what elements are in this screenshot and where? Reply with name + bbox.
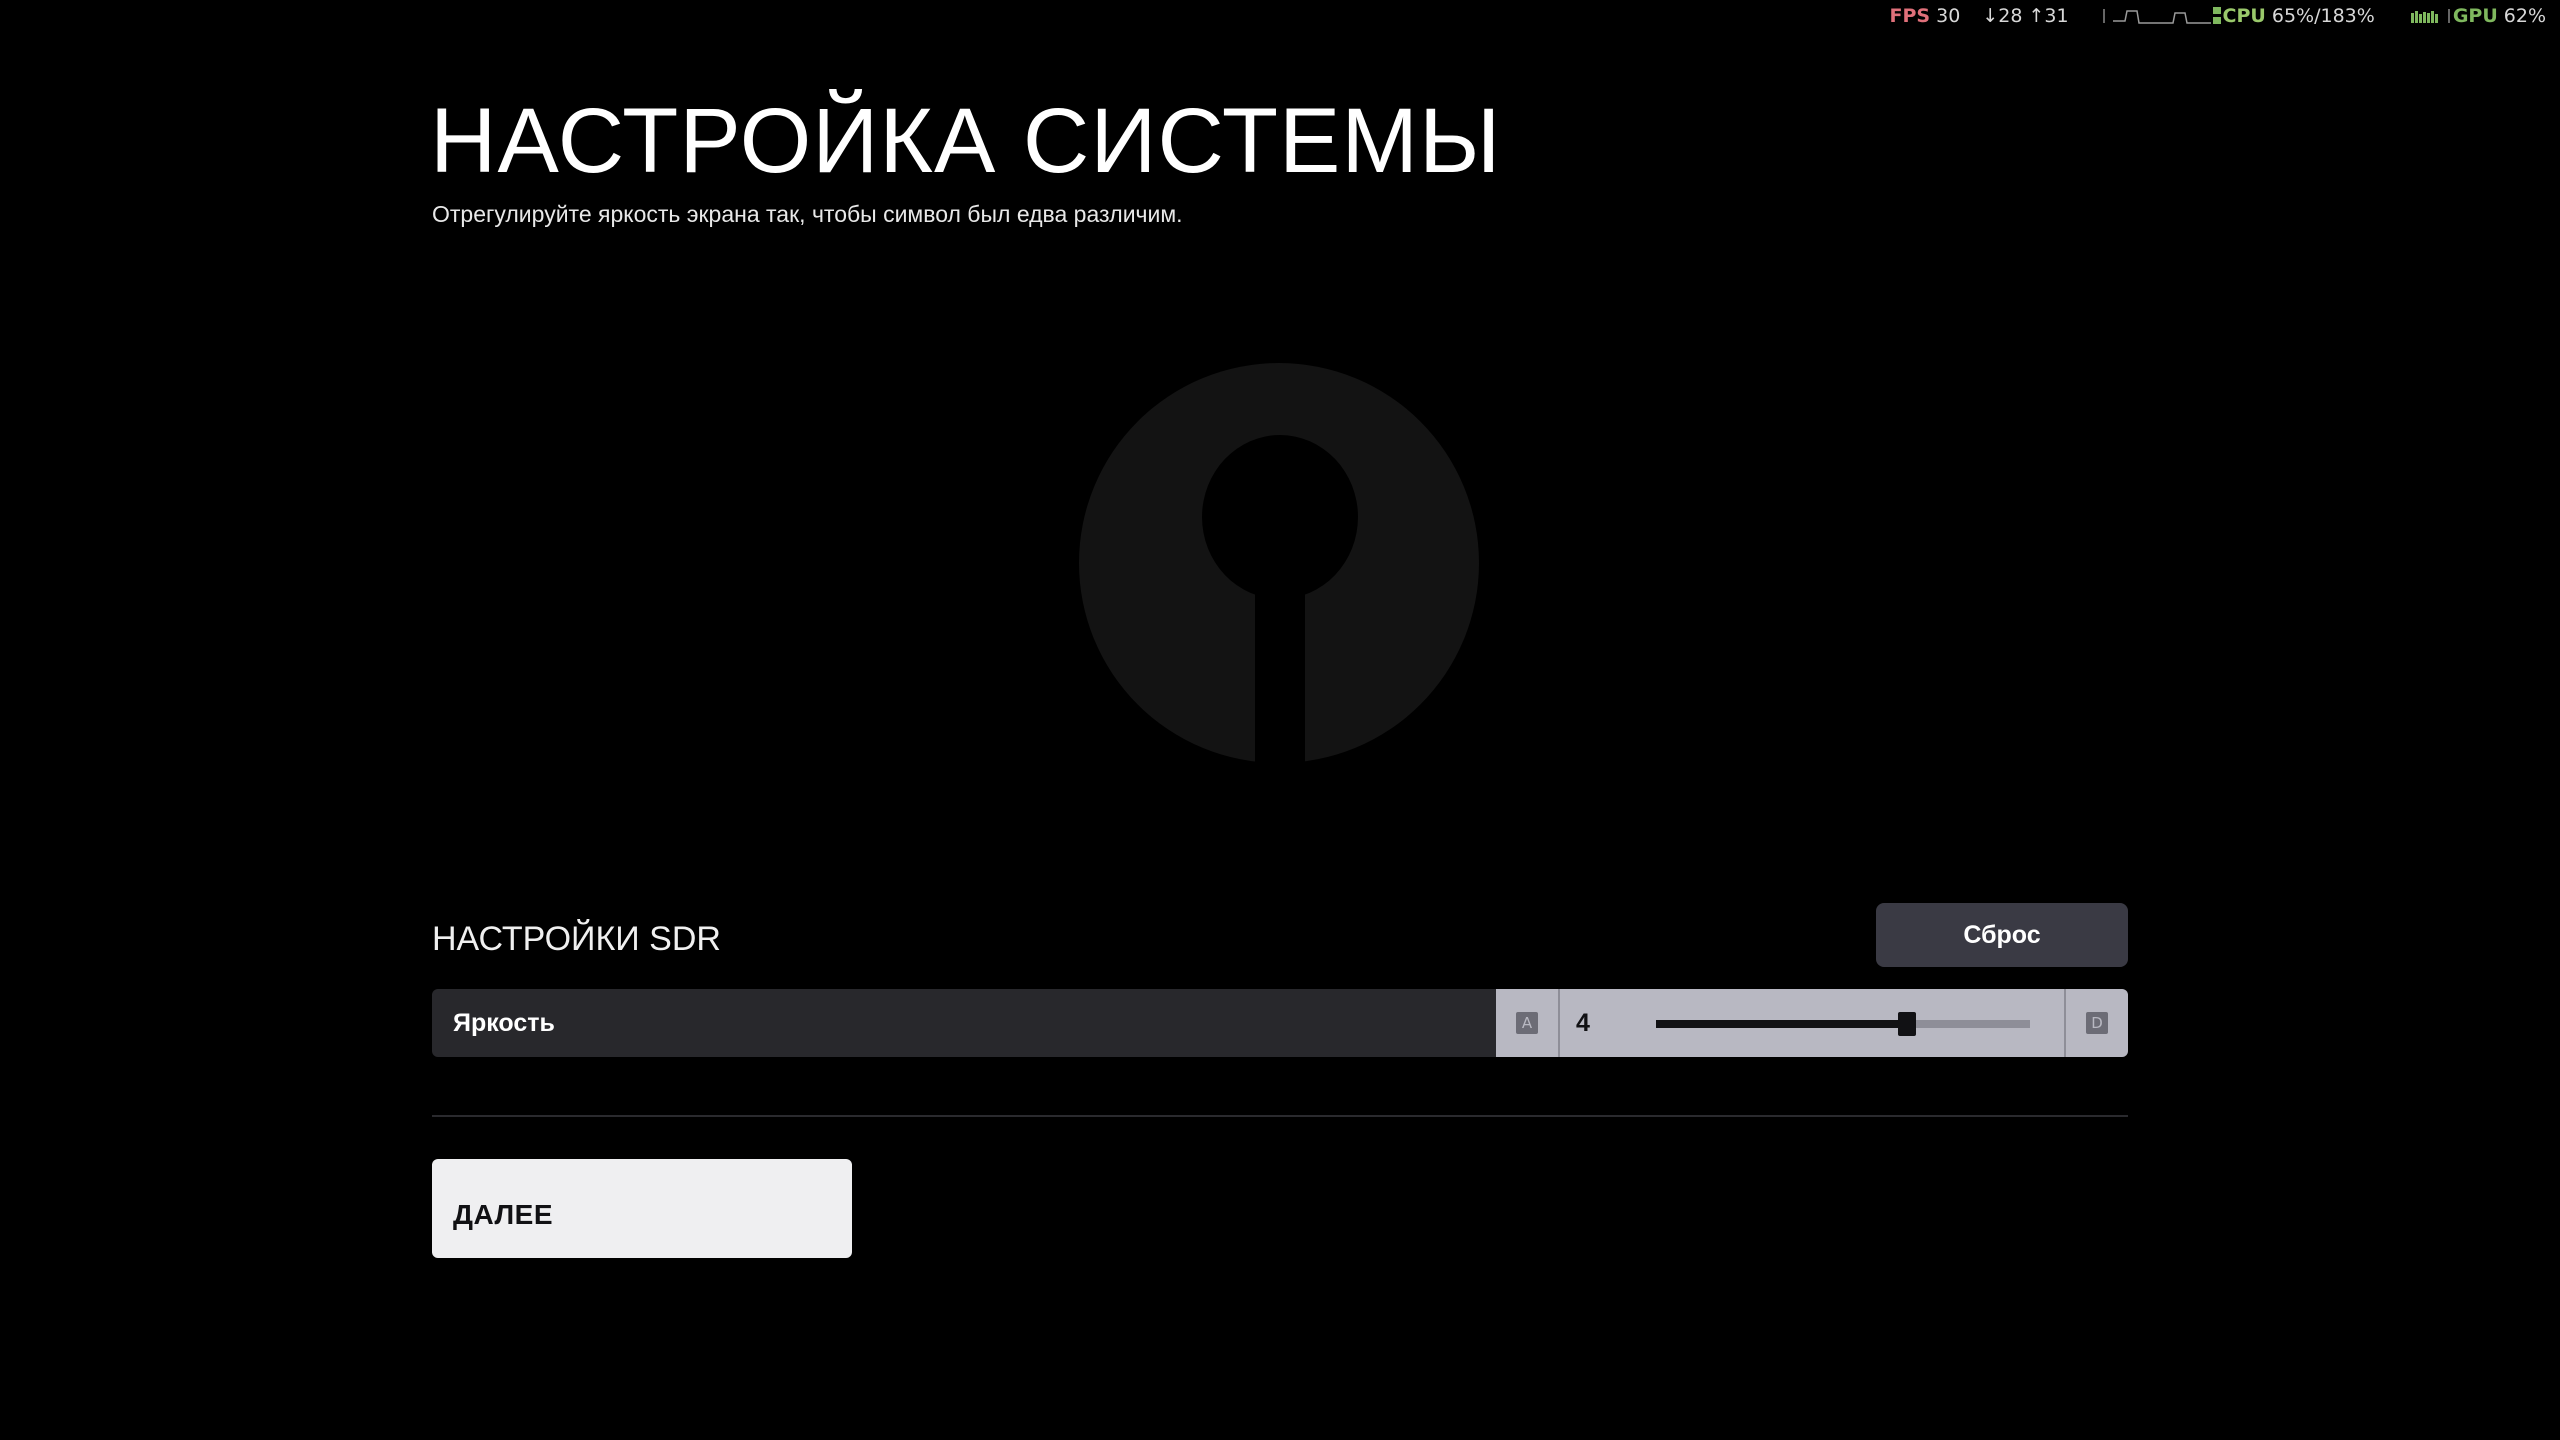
sdr-section-title: НАСТРОЙКИ SDR (432, 920, 721, 958)
page-title: НАСТРОЙКА СИСТЕМЫ (430, 90, 1502, 192)
decrease-brightness-button[interactable]: A (1496, 989, 1560, 1057)
calibration-logo-icon (1078, 360, 1480, 770)
cpu-value: 65%/183% (2271, 5, 2375, 27)
fps-label: FPS (1889, 5, 1931, 27)
calibration-screen: FPS 30 ↓28 ↑31 CPU 65%/183% GPU 62% НАСТ… (0, 0, 2560, 1440)
frametime-value: ↓28 ↑31 (1982, 5, 2069, 27)
brightness-value: 4 (1576, 1009, 1590, 1037)
cpu-graph-icon (2102, 5, 2223, 27)
key-a-icon: A (1516, 1012, 1538, 1034)
reset-button[interactable]: Сброс (1876, 903, 2128, 967)
cpu-label: CPU (2222, 5, 2266, 27)
key-d-icon: D (2086, 1012, 2108, 1034)
increase-brightness-button[interactable]: D (2064, 989, 2128, 1057)
brightness-setting-row[interactable]: Яркость A 4 D (432, 989, 2128, 1057)
brightness-slider-control[interactable]: A 4 D (1496, 989, 2128, 1057)
gpu-graph-icon (2409, 5, 2453, 27)
section-divider (432, 1115, 2128, 1117)
fps-value: 30 (1936, 5, 1961, 27)
next-button-label: ДАЛЕЕ (453, 1199, 554, 1230)
gpu-label: GPU (2452, 5, 2498, 27)
gpu-value: 62% (2503, 5, 2546, 27)
brightness-label: Яркость (453, 1009, 555, 1037)
brightness-slider-track[interactable] (1656, 1012, 2030, 1036)
performance-overlay: FPS 30 ↓28 ↑31 CPU 65%/183% GPU 62% (1890, 2, 2546, 30)
page-subtitle: Отрегулируйте яркость экрана так, чтобы … (432, 201, 1183, 227)
brightness-slider-fill (1656, 1020, 1907, 1028)
brightness-slider-thumb[interactable] (1897, 1012, 1916, 1036)
next-button[interactable]: ДАЛЕЕ (432, 1159, 852, 1258)
